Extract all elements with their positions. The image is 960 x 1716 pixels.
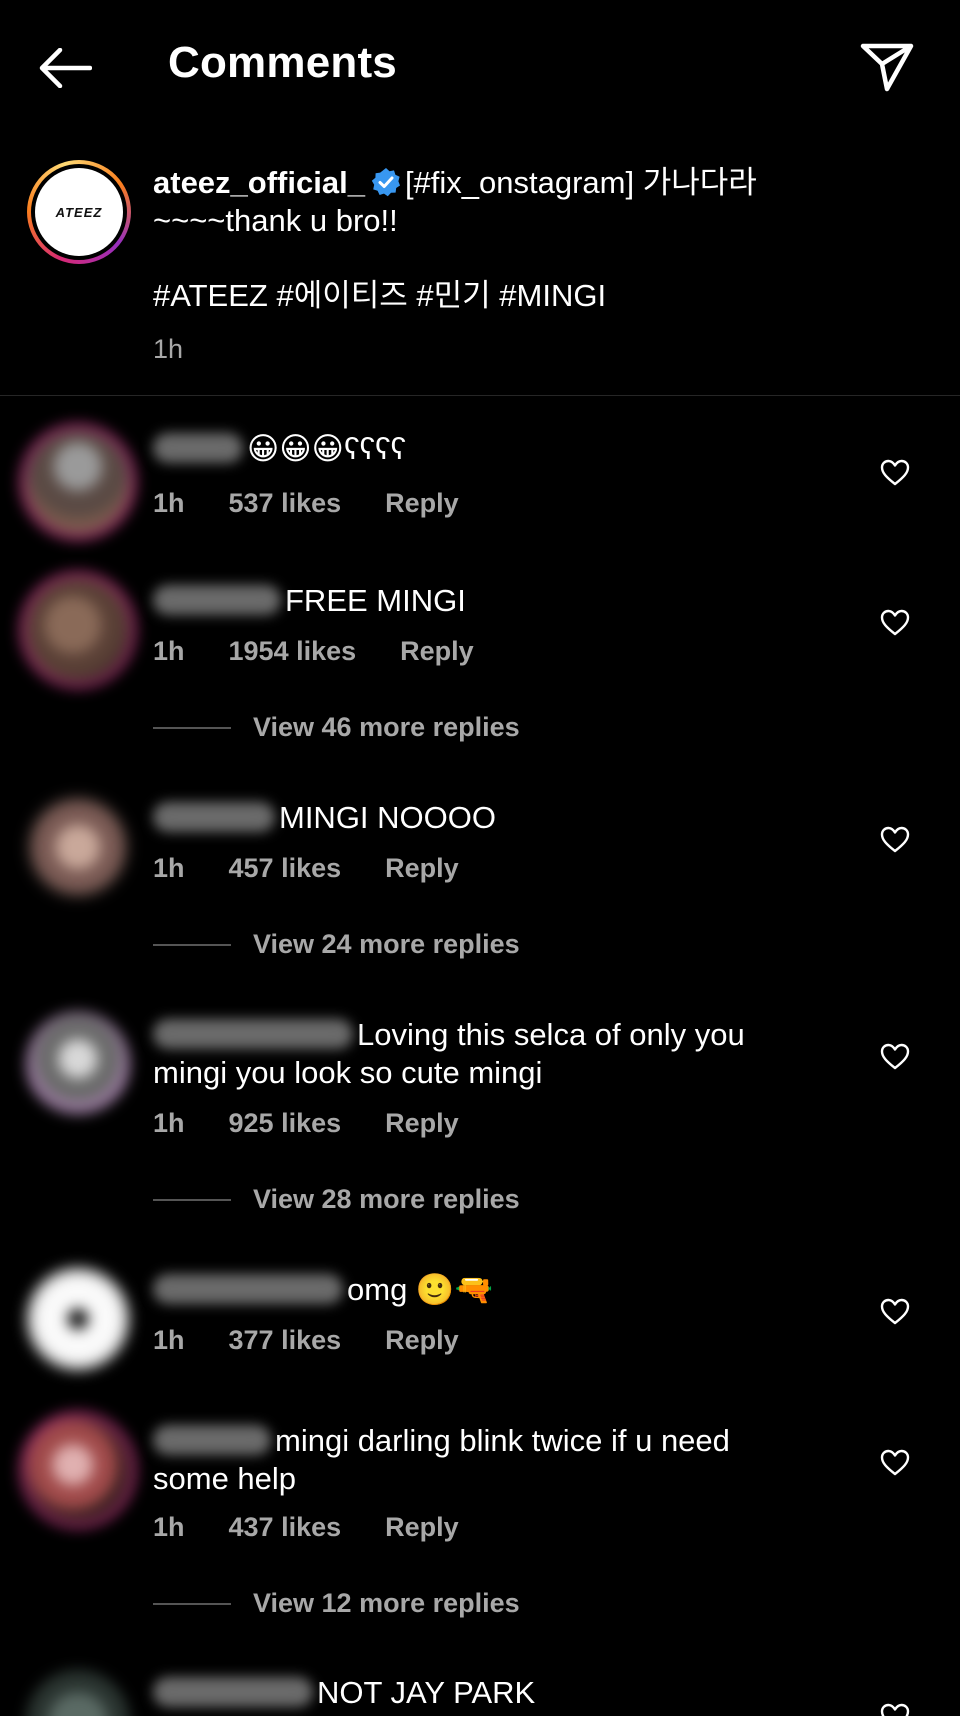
comment-body: mingi darling blink twice if u need some… [153, 1422, 853, 1498]
comment-time: 1h [153, 853, 185, 883]
comment-text-line2: some help [153, 1461, 297, 1496]
comment-text: Loving this selca of only you [357, 1017, 745, 1052]
heart-icon[interactable] [880, 608, 910, 638]
comment-body: NOT JAY PARK [153, 1674, 853, 1712]
comment-body: omg 🙂🔫 [153, 1271, 853, 1309]
comments-screen: Comments ATEEZ ateez_official_ [#fix_ons… [0, 0, 960, 1716]
view-replies-label: View 46 more replies [253, 712, 520, 742]
blurred-username[interactable] [153, 1274, 343, 1304]
comment-likes[interactable]: 377 likes [229, 1325, 342, 1355]
comment-time: 1h [153, 488, 185, 518]
replies-divider-line [153, 1198, 231, 1201]
caption-time: 1h [153, 334, 184, 364]
comment-meta: 1h 925 likes Reply [153, 1108, 503, 1139]
owner-avatar[interactable]: ATEEZ [27, 160, 131, 264]
comment-meta: 1h 537 likes Reply [153, 488, 503, 519]
heart-icon[interactable] [880, 825, 910, 855]
caption-text-line2: ~~~~thank u bro!! [153, 203, 398, 238]
replies-divider-line [153, 943, 231, 946]
heart-icon[interactable] [880, 1042, 910, 1072]
view-replies-label: View 12 more replies [253, 1588, 520, 1618]
header-bar: Comments [0, 0, 960, 130]
heart-icon[interactable] [880, 1448, 910, 1478]
view-more-replies[interactable]: View 28 more replies [153, 1184, 520, 1215]
comment-text: omg 🙂🔫 [347, 1272, 494, 1307]
caption-text-line1: [#fix_onstagram] 가나다라 [404, 165, 757, 200]
reply-button[interactable]: Reply [400, 636, 474, 666]
reply-button[interactable]: Reply [385, 1325, 459, 1355]
view-more-replies[interactable]: View 46 more replies [153, 712, 520, 743]
reply-button[interactable]: Reply [385, 853, 459, 883]
avatar[interactable] [26, 1012, 130, 1116]
comment-text-line2: mingi you look so cute mingi [153, 1055, 543, 1090]
comment-time: 1h [153, 1108, 185, 1138]
comment-text: 😀😀😀ʕʕʕʕ [247, 431, 406, 466]
comment-text: MINGI NOOOO [279, 800, 496, 835]
comment-body: 😀😀😀ʕʕʕʕ [153, 430, 853, 468]
comment-meta: 1h 377 likes Reply [153, 1325, 503, 1356]
comment-body: MINGI NOOOO [153, 799, 853, 837]
back-button[interactable] [34, 40, 96, 96]
avatar[interactable] [20, 572, 136, 688]
comment-text: NOT JAY PARK [317, 1675, 536, 1710]
caption-hashtags[interactable]: #ATEEZ #에이티즈 #민기 #MINGI [153, 277, 606, 315]
comment-time: 1h [153, 1512, 185, 1542]
reply-button[interactable]: Reply [385, 488, 459, 518]
heart-icon[interactable] [880, 1702, 910, 1716]
avatar[interactable] [26, 795, 130, 899]
comment-body: FREE MINGI [153, 582, 853, 620]
comment-meta: 1h 437 likes Reply [153, 1512, 503, 1543]
avatar[interactable] [26, 1670, 130, 1716]
blurred-username[interactable] [153, 1019, 353, 1049]
blurred-username[interactable] [153, 585, 281, 615]
comment-text: FREE MINGI [285, 583, 466, 618]
paper-plane-icon [860, 43, 914, 92]
heart-icon[interactable] [880, 1297, 910, 1327]
avatar[interactable] [20, 1412, 136, 1528]
arrow-left-icon [39, 48, 92, 88]
verified-badge-icon [371, 168, 400, 197]
reply-button[interactable]: Reply [385, 1512, 459, 1542]
replies-divider-line [153, 1602, 231, 1605]
blurred-username[interactable] [153, 433, 243, 463]
view-replies-label: View 28 more replies [253, 1184, 520, 1214]
comment-likes[interactable]: 1954 likes [229, 636, 357, 666]
view-more-replies[interactable]: View 24 more replies [153, 929, 520, 960]
comment-time: 1h [153, 1325, 185, 1355]
avatar[interactable] [20, 424, 136, 540]
avatar[interactable] [26, 1267, 130, 1371]
comment-time: 1h [153, 636, 185, 666]
post-caption: ATEEZ ateez_official_ [#fix_onstagram] 가… [0, 150, 960, 396]
comment-likes[interactable]: 925 likes [229, 1108, 342, 1138]
comment-likes[interactable]: 437 likes [229, 1512, 342, 1542]
page-title: Comments [168, 38, 397, 87]
comment-body: Loving this selca of only you mingi you … [153, 1016, 853, 1092]
comment-meta: 1h 457 likes Reply [153, 853, 503, 884]
ateez-logo: ATEEZ [55, 204, 103, 220]
share-button[interactable] [854, 36, 920, 98]
comment-likes[interactable]: 457 likes [229, 853, 342, 883]
heart-icon[interactable] [880, 458, 910, 488]
blurred-username[interactable] [153, 1677, 313, 1707]
caption-text: ateez_official_ [#fix_onstagram] 가나다라 ~~… [153, 164, 913, 240]
reply-button[interactable]: Reply [385, 1108, 459, 1138]
replies-divider-line [153, 726, 231, 729]
view-more-replies[interactable]: View 12 more replies [153, 1588, 520, 1619]
view-replies-label: View 24 more replies [253, 929, 520, 959]
caption-username[interactable]: ateez_official_ [153, 165, 365, 200]
comment-likes[interactable]: 537 likes [229, 488, 342, 518]
comment-text: mingi darling blink twice if u need [275, 1423, 730, 1458]
comment-meta: 1h 1954 likes Reply [153, 636, 518, 667]
blurred-username[interactable] [153, 1425, 271, 1455]
blurred-username[interactable] [153, 802, 275, 832]
